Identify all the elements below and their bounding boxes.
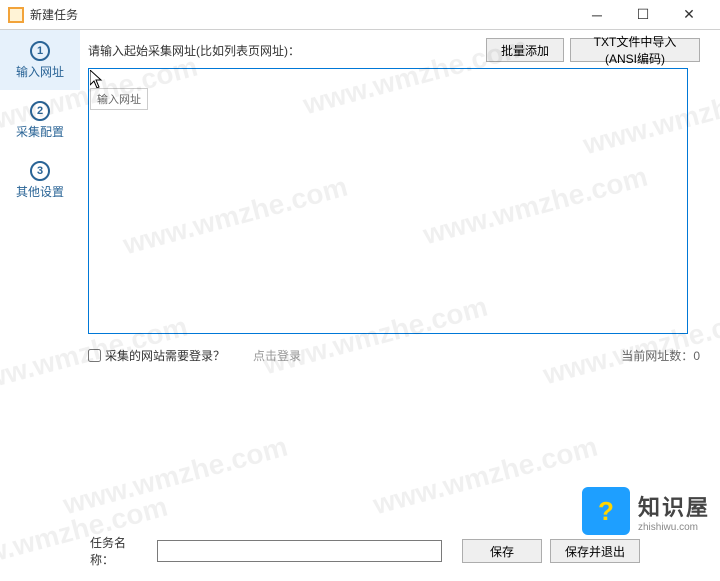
url-prompt-label: 请输入起始采集网址(比如列表页网址)： (88, 42, 480, 59)
txt-import-button[interactable]: TXT文件中导入(ANSI编码) (570, 38, 700, 62)
batch-add-button[interactable]: 批量添加 (486, 38, 564, 62)
save-button[interactable]: 保存 (462, 539, 542, 563)
sidebar-item-other-settings[interactable]: 3 其他设置 (0, 150, 80, 210)
below-row: 采集的网站需要登录？ 点击登录 当前网址数：0 (88, 347, 700, 364)
task-name-label: 任务名称： (90, 534, 149, 568)
step-2-icon: 2 (30, 101, 50, 121)
save-exit-button[interactable]: 保存并退出 (550, 539, 640, 563)
url-input-textarea[interactable] (88, 68, 688, 334)
main-area: 1 输入网址 2 采集配置 3 其他设置 请输入起始采集网址(比如列表页网址)：… (0, 30, 720, 531)
sidebar-item-collect-config[interactable]: 2 采集配置 (0, 90, 80, 150)
sidebar-item-label: 采集配置 (16, 123, 64, 140)
maximize-button[interactable]: ☐ (620, 0, 666, 30)
app-icon (8, 7, 24, 23)
top-row: 请输入起始采集网址(比如列表页网址)： 批量添加 TXT文件中导入(ANSI编码… (88, 38, 700, 62)
login-required-checkbox[interactable] (88, 349, 101, 362)
task-name-input[interactable] (157, 540, 442, 562)
step-3-icon: 3 (30, 161, 50, 181)
minimize-button[interactable]: ─ (574, 0, 620, 30)
titlebar: 新建任务 ─ ☐ ✕ (0, 0, 720, 30)
login-question-label: 采集的网站需要登录？ (105, 347, 225, 364)
sidebar: 1 输入网址 2 采集配置 3 其他设置 (0, 30, 80, 531)
window-buttons: ─ ☐ ✕ (574, 0, 712, 30)
bottom-bar: 任务名称： 保存 保存并退出 (0, 531, 720, 571)
sidebar-item-label: 输入网址 (16, 63, 64, 80)
click-login-link[interactable]: 点击登录 (253, 347, 301, 364)
close-button[interactable]: ✕ (666, 0, 712, 30)
sidebar-item-input-url[interactable]: 1 输入网址 (0, 30, 80, 90)
step-1-icon: 1 (30, 41, 50, 61)
window-title: 新建任务 (30, 6, 574, 23)
sidebar-item-label: 其他设置 (16, 183, 64, 200)
content-panel: 请输入起始采集网址(比如列表页网址)： 批量添加 TXT文件中导入(ANSI编码… (80, 30, 720, 531)
url-count-label: 当前网址数：0 (621, 347, 700, 364)
